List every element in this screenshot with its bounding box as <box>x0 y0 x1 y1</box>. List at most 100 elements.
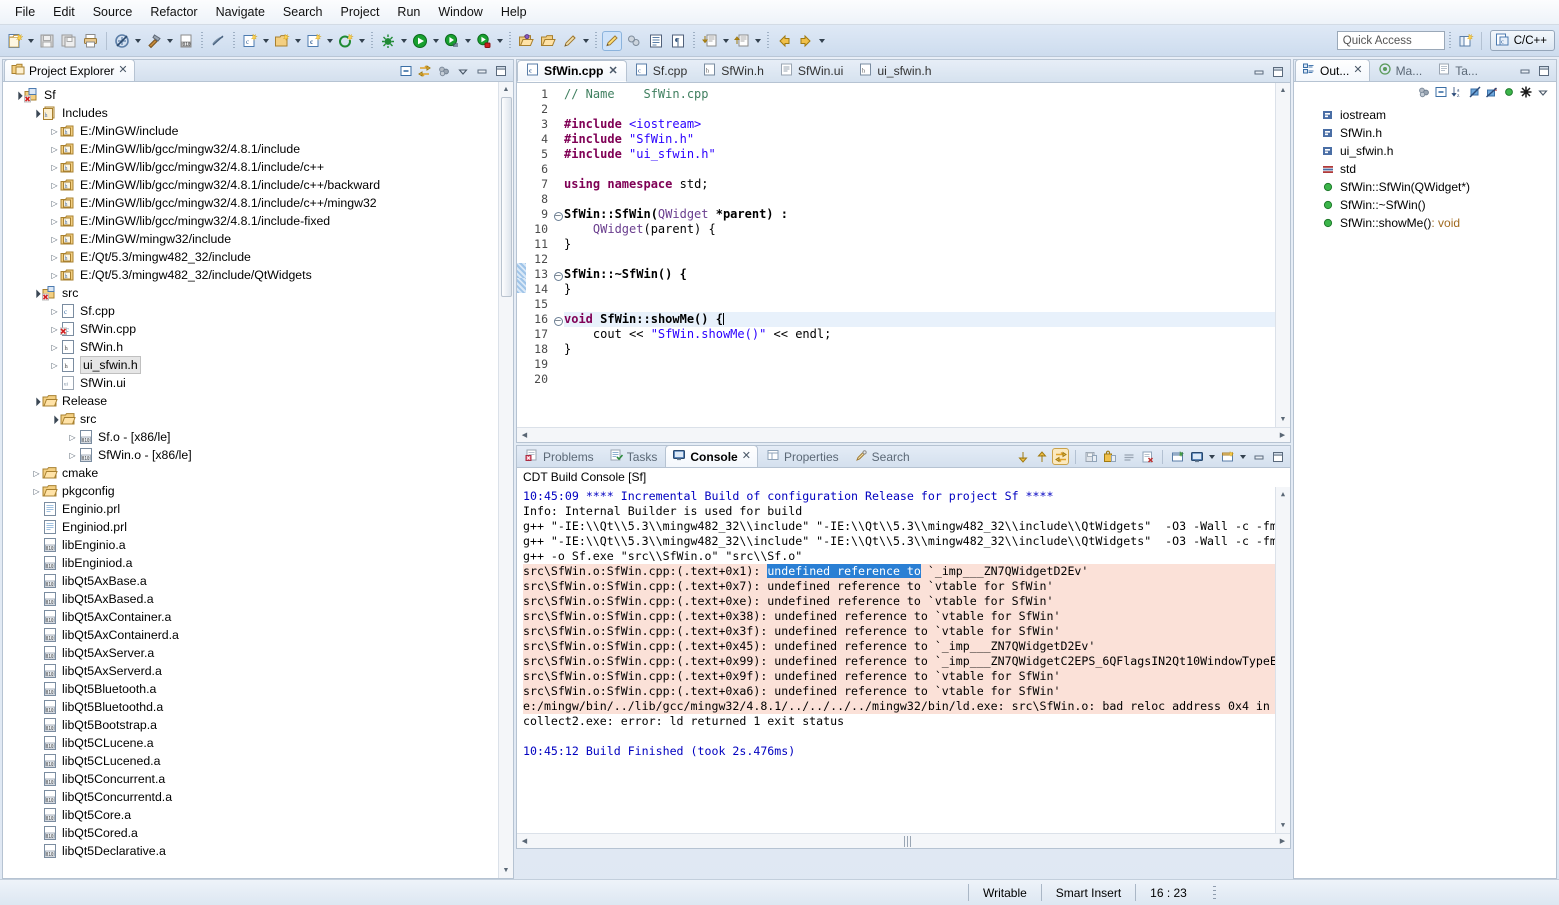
chevron-right-icon[interactable]: ▷ <box>49 343 60 352</box>
outline-item[interactable]: SfWin::showMe() : void <box>1294 214 1556 232</box>
link-with-editor-icon[interactable] <box>416 62 433 79</box>
tab-properties[interactable]: Properties <box>759 445 846 467</box>
tree-item[interactable]: ▷hE:/MinGW/lib/gcc/mingw32/4.8.1/include… <box>3 194 498 212</box>
back-icon[interactable] <box>774 31 794 51</box>
pilcrow-icon[interactable]: ¶ <box>668 31 688 51</box>
tree-item[interactable]: ▷hE:/MinGW/lib/gcc/mingw32/4.8.1/include… <box>3 212 498 230</box>
view-menu-icon[interactable] <box>435 62 452 79</box>
previous-annotation-icon[interactable] <box>732 31 752 51</box>
clear-console-icon[interactable] <box>1120 448 1137 465</box>
maximize-icon[interactable] <box>1269 448 1286 465</box>
chevron-down-icon[interactable]: ◢ <box>31 109 42 118</box>
tree-item[interactable]: ◢Release <box>3 392 498 410</box>
link-with-editor-icon[interactable] <box>624 31 644 51</box>
tree-item[interactable]: ▷hE:/MinGW/lib/gcc/mingw32/4.8.1/include… <box>3 176 498 194</box>
code-line[interactable]: SfWin::~SfWin() { <box>564 267 1275 282</box>
tree-item[interactable]: 010libQt5AxBased.a <box>3 590 498 608</box>
next-annotation-dropdown-icon[interactable] <box>721 31 730 51</box>
editor-tab-sfwin-h[interactable]: h SfWin.h <box>695 60 772 82</box>
maximize-icon[interactable] <box>1269 63 1286 80</box>
tree-item[interactable]: 010libQt5Bluetooth.a <box>3 680 498 698</box>
scroll-up-icon[interactable]: ▲ <box>1276 487 1291 502</box>
tree-item[interactable]: 010libQt5Cored.a <box>3 824 498 842</box>
scroll-down-icon[interactable]: ▼ <box>499 863 514 878</box>
code-line[interactable]: } <box>564 282 1275 297</box>
pencil-dropdown-icon[interactable] <box>581 31 590 51</box>
view-menu-arrow-icon[interactable] <box>454 62 471 79</box>
display-console-dropdown-icon[interactable] <box>1207 447 1216 467</box>
chevron-right-icon[interactable]: ▷ <box>49 217 60 226</box>
tree-item[interactable]: ▷hE:/MinGW/lib/gcc/mingw32/4.8.1/include… <box>3 158 498 176</box>
outline-item[interactable]: SfWin::SfWin(QWidget*) <box>1294 178 1556 196</box>
tree-item[interactable]: ▷hE:/MinGW/include <box>3 122 498 140</box>
chevron-right-icon[interactable]: ▷ <box>49 145 60 154</box>
sort-icon[interactable]: az <box>1451 85 1465 102</box>
code-line[interactable] <box>564 102 1275 117</box>
new-c-file-icon[interactable]: c <box>304 31 324 51</box>
code-line[interactable]: SfWin::SfWin(QWidget *parent) : <box>564 207 1275 222</box>
scroll-up-icon[interactable]: ▲ <box>499 82 514 97</box>
code-line[interactable] <box>564 357 1275 372</box>
toggle-mark-occurrences-icon[interactable] <box>208 31 228 51</box>
perspective-cpp-button[interactable]: c C/C++ <box>1490 30 1555 51</box>
tree-item[interactable]: ◢hIncludes <box>3 104 498 122</box>
tree-item[interactable]: ▷hE:/Qt/5.3/mingw482_32/include/QtWidget… <box>3 266 498 284</box>
code-line[interactable]: cout << "SfWin.showMe()" << endl; <box>564 327 1275 342</box>
new-c-project-icon[interactable] <box>272 31 292 51</box>
code-line[interactable]: // Name SfWin.cpp <box>564 87 1275 102</box>
code-line[interactable]: } <box>564 342 1275 357</box>
chevron-down-icon[interactable]: ◢ <box>49 415 60 424</box>
new-c-project-dropdown-icon[interactable] <box>293 31 302 51</box>
code-line[interactable]: } <box>564 237 1275 252</box>
console-output[interactable]: 10:45:09 **** Incremental Build of confi… <box>517 487 1290 833</box>
tree-item[interactable]: ▷hSfWin.h <box>3 338 498 356</box>
run-dropdown-icon[interactable] <box>431 31 440 51</box>
breakpoints-dropdown-icon[interactable] <box>133 31 142 51</box>
console-vertical-scrollbar[interactable]: ▲ ▼ <box>1275 487 1290 833</box>
close-icon[interactable]: ✕ <box>1353 65 1362 76</box>
external-tools-dropdown-icon[interactable] <box>495 31 504 51</box>
scroll-down-icon[interactable]: ▼ <box>1276 412 1291 427</box>
new-c-class-icon[interactable]: c <box>240 31 260 51</box>
chevron-right-icon[interactable]: ▷ <box>31 469 42 478</box>
tab-project-explorer[interactable]: Project Explorer ✕ <box>4 59 135 81</box>
new-c-class-dropdown-icon[interactable] <box>261 31 270 51</box>
scroll-up-icon[interactable]: ▲ <box>1276 83 1291 98</box>
tree-item[interactable]: Enginio.prl <box>3 500 498 518</box>
scroll-grip[interactable] <box>904 836 912 847</box>
chevron-right-icon[interactable]: ▷ <box>49 253 60 262</box>
scroll-lock-up-icon[interactable] <box>1033 448 1050 465</box>
editor-tab-ui-sfwin-h[interactable]: h ui_sfwin.h <box>851 60 939 82</box>
open-perspective-icon[interactable] <box>1456 31 1476 51</box>
new-file-icon[interactable] <box>5 31 25 51</box>
collapse-all-icon[interactable] <box>1434 85 1448 102</box>
new-console-dropdown-icon[interactable] <box>1238 447 1247 467</box>
open-type-icon[interactable] <box>516 31 536 51</box>
skip-all-breakpoints-icon[interactable] <box>112 31 132 51</box>
tree-item[interactable]: 010libQt5CLucene.a <box>3 734 498 752</box>
menu-item-help[interactable]: Help <box>492 2 536 22</box>
debug-dropdown-icon[interactable] <box>399 31 408 51</box>
tree-item[interactable]: 010libQt5Bluetoothd.a <box>3 698 498 716</box>
menu-item-navigate[interactable]: Navigate <box>207 2 274 22</box>
maximize-icon[interactable] <box>1535 62 1552 79</box>
quick-access-input[interactable]: Quick Access <box>1337 31 1445 50</box>
project-tree-scrollbar[interactable]: ▲ ▼ <box>498 82 513 878</box>
run-history-dropdown-icon[interactable] <box>463 31 472 51</box>
code-editor[interactable]: 1234567891011121314151617181920 ––– // N… <box>517 83 1290 427</box>
code-line[interactable]: #include "ui_sfwin.h" <box>564 147 1275 162</box>
code-line[interactable]: using namespace std; <box>564 177 1275 192</box>
print-icon[interactable] <box>81 31 101 51</box>
run-history-icon[interactable] <box>442 31 462 51</box>
tree-item[interactable]: 010libQt5Bootstrap.a <box>3 716 498 734</box>
tree-item[interactable]: 010libQt5AxBase.a <box>3 572 498 590</box>
build-hammer-icon[interactable] <box>144 31 164 51</box>
code-text[interactable]: // Name SfWin.cpp #include <iostream>#in… <box>564 83 1275 427</box>
chevron-right-icon[interactable]: ▷ <box>49 163 60 172</box>
pin-console-icon[interactable] <box>1052 448 1069 465</box>
tree-item[interactable]: ▷hui_sfwin.h <box>3 356 498 374</box>
new-source-folder-dropdown-icon[interactable] <box>357 31 366 51</box>
tree-item[interactable]: ◢Sf <box>3 86 498 104</box>
menu-item-search[interactable]: Search <box>274 2 332 22</box>
tree-item[interactable]: 010libQt5AxContainer.a <box>3 608 498 626</box>
